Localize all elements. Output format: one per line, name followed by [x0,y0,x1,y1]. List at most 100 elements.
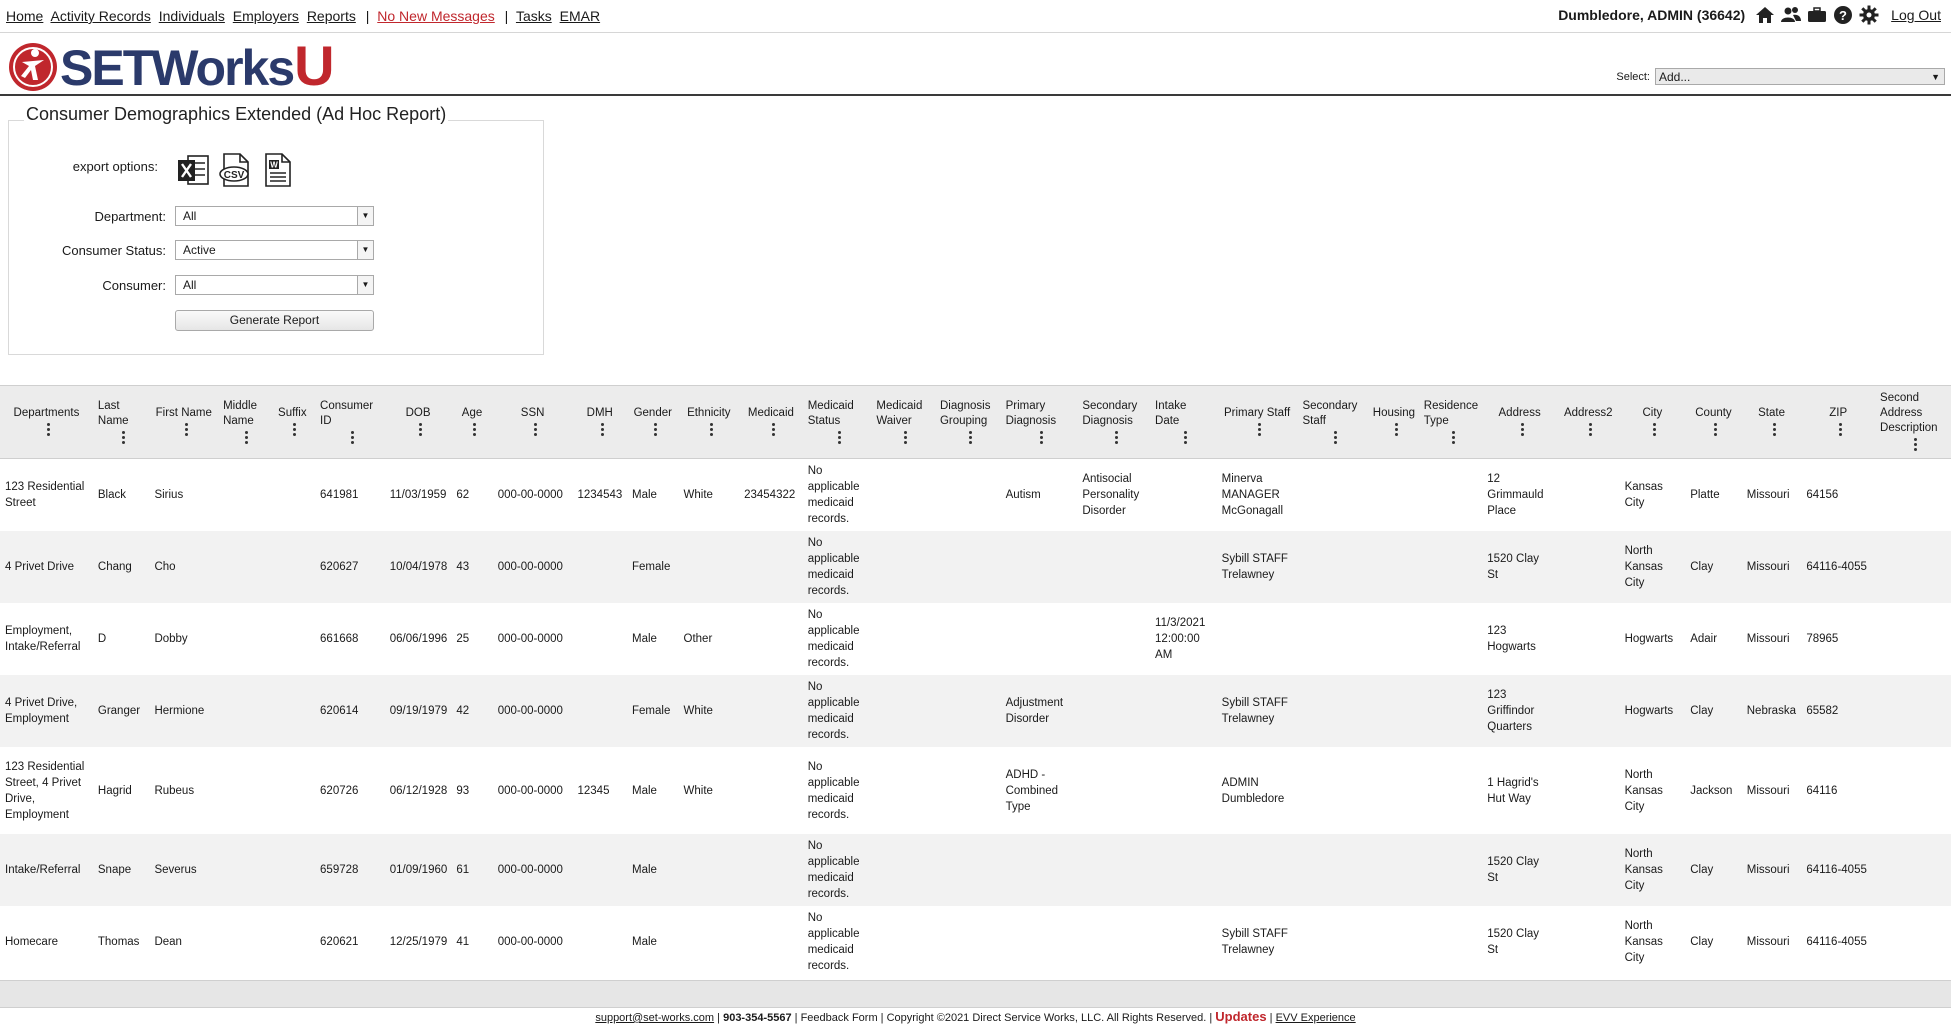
column-header[interactable]: Residence Type [1419,386,1483,459]
table-cell [1077,747,1150,834]
column-menu-icon[interactable] [419,421,423,438]
evv-experience-link[interactable]: EVV Experience [1276,1012,1356,1024]
nav-employers[interactable]: Employers [233,8,299,24]
table-row[interactable]: Employment, Intake/Referral D Dobby 661668 0… [0,603,1951,675]
column-menu-icon[interactable] [184,421,189,438]
column-menu-icon[interactable] [473,421,477,438]
column-header[interactable]: County [1685,386,1742,459]
column-header[interactable]: Secondary Staff [1297,386,1369,459]
column-menu-icon[interactable] [709,421,714,438]
column-header[interactable]: Last Name [92,386,150,459]
column-header[interactable]: SSN [492,386,573,459]
column-menu-icon[interactable] [350,429,355,446]
column-menu-icon[interactable] [1520,421,1525,438]
logout-link[interactable]: Log Out [1891,7,1941,23]
people-icon[interactable] [1781,5,1802,25]
nav-tasks[interactable]: Tasks [516,8,552,24]
column-header[interactable]: DMH [572,386,628,459]
column-menu-icon[interactable] [1114,429,1119,446]
column-header[interactable]: State [1741,386,1802,459]
column-menu-icon[interactable] [771,421,776,438]
generate-report-button[interactable]: Generate Report [175,310,374,331]
help-icon[interactable]: ? [1833,5,1853,25]
column-header[interactable]: Secondary Diagnosis [1077,386,1151,459]
column-menu-icon[interactable] [1653,421,1657,438]
nav-messages[interactable]: No New Messages [377,8,495,24]
column-header[interactable]: Diagnosis Grouping [934,386,1001,459]
column-menu-icon[interactable] [1914,436,1918,453]
table-row[interactable]: 123 Residential Street, 4 Privet Drive, … [0,747,1951,834]
column-header[interactable]: ZIP [1801,386,1876,459]
column-menu-icon[interactable] [1589,421,1593,438]
column-header[interactable]: Primary Diagnosis [1000,386,1078,459]
column-menu-icon[interactable] [1772,421,1777,438]
csv-icon[interactable]: CSV [218,152,252,188]
column-header[interactable]: Middle Name [218,386,270,459]
gear-icon[interactable] [1859,5,1879,25]
column-header[interactable]: Suffix [269,386,316,459]
column-menu-icon[interactable] [653,421,658,438]
column-menu-icon[interactable] [1451,429,1456,446]
table-cell: Thomas [97,936,140,948]
column-header[interactable]: Second Address Description [1875,386,1951,459]
table-row[interactable]: 4 Privet Drive Chang Cho 620627 10/04/1978 43… [0,531,1951,603]
column-menu-icon[interactable] [1184,429,1188,446]
home-icon[interactable] [1755,5,1775,25]
updates-link[interactable]: Updates [1215,1009,1266,1024]
column-header[interactable]: Intake Date [1150,386,1217,459]
column-header[interactable]: City [1619,386,1686,459]
logo[interactable]: SETWorksU [8,38,335,94]
column-header[interactable]: Medicaid Status [802,386,872,459]
nav-individuals[interactable]: Individuals [159,8,225,24]
column-menu-icon[interactable] [600,421,605,438]
column-menu-icon[interactable] [838,429,842,446]
excel-icon[interactable] [176,152,210,188]
column-header[interactable]: Age [451,386,493,459]
consumer-status-select[interactable]: Active ▼ [175,240,374,260]
consumer-select[interactable]: All ▼ [175,275,374,295]
table-row[interactable]: 123 Residential Street Black Sirius 641981 1… [0,459,1951,532]
column-header[interactable]: DOB [384,386,452,459]
column-header[interactable]: Housing [1368,386,1420,459]
department-select[interactable]: All ▼ [175,206,374,226]
column-header[interactable]: Gender [627,386,679,459]
column-header[interactable]: Address [1482,386,1557,459]
add-select[interactable]: Add... ▼ [1655,68,1945,85]
table-cell: Chang [92,531,150,603]
column-menu-icon[interactable] [904,429,908,446]
nav-reports[interactable]: Reports [307,8,356,24]
table-row[interactable]: 4 Privet Drive, Employment Granger Hermion… [0,675,1951,747]
word-icon[interactable]: W [260,152,294,188]
column-menu-icon[interactable] [968,429,973,446]
column-menu-icon[interactable] [1333,429,1338,446]
column-header[interactable]: Address2 [1556,386,1620,459]
column-header[interactable]: First Name [149,386,219,459]
column-header[interactable]: Medicaid Waiver [871,386,935,459]
column-header[interactable]: Departments [0,386,93,459]
column-menu-icon[interactable] [47,421,51,438]
column-header[interactable]: Medicaid [739,386,803,459]
table-row[interactable]: Intake/Referral Snape Severus 659728 01/09/1… [0,834,1951,906]
column-menu-icon[interactable] [1394,421,1399,438]
table-row[interactable]: Homecare Thomas Dean 620621 12/25/1979 41 000-… [0,906,1951,978]
column-header[interactable]: Primary Staff [1216,386,1298,459]
horizontal-scrollbar[interactable] [0,980,1951,1008]
nav-home[interactable]: Home [6,8,43,24]
column-header[interactable]: Ethnicity [678,386,740,459]
column-menu-icon[interactable] [244,429,249,446]
column-menu-icon[interactable] [533,421,538,438]
nav-activity-records[interactable]: Activity Records [50,8,150,24]
table-cell: 06/12/1928 [389,784,448,797]
column-menu-icon[interactable] [293,421,297,438]
column-menu-icon[interactable] [122,429,126,446]
nav-emar[interactable]: EMAR [560,8,600,24]
briefcase-icon[interactable] [1807,5,1827,25]
column-menu-icon[interactable] [1039,429,1044,446]
report-table-container[interactable]: Departments Last Name First Name Middle Nam… [0,385,1951,981]
column-menu-icon[interactable] [1839,421,1843,438]
feedback-form-link[interactable]: Feedback Form [801,1012,878,1024]
column-header[interactable]: Consumer ID [315,386,385,459]
column-menu-icon[interactable] [1258,421,1262,438]
column-menu-icon[interactable] [1714,421,1718,438]
support-email-link[interactable]: support@set-works.com [595,1012,714,1024]
